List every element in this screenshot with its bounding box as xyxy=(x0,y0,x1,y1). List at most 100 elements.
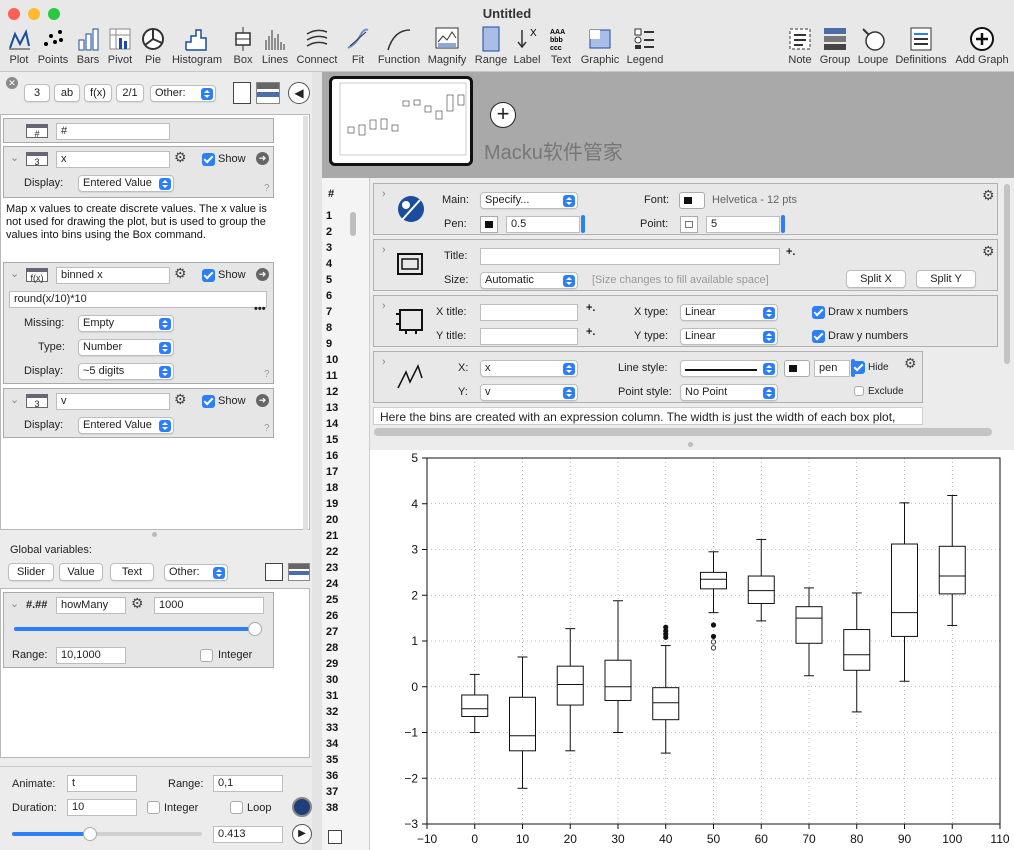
table-icon[interactable] xyxy=(328,830,342,844)
slider-knob[interactable] xyxy=(247,622,262,636)
pen-color-swatch[interactable] xyxy=(480,216,498,233)
more-icon[interactable]: ••• xyxy=(254,303,266,315)
column-name-field[interactable]: # xyxy=(56,123,170,140)
column-name-field[interactable]: v xyxy=(56,393,170,410)
row-number[interactable]: 4 xyxy=(326,258,332,270)
add-plus-icon[interactable]: +. xyxy=(586,302,595,314)
animate-range-field[interactable]: 0,1 xyxy=(213,775,283,792)
toolbar-connect[interactable]: Connect xyxy=(296,26,338,66)
row-scrollbar[interactable] xyxy=(350,212,356,236)
column-name-field[interactable]: binned x xyxy=(56,267,170,284)
show-checkbox[interactable] xyxy=(202,395,215,408)
gear-icon[interactable]: ⚙ xyxy=(174,392,187,406)
toolbar-points[interactable]: Points xyxy=(37,26,69,66)
add-number-column-button[interactable]: 3 xyxy=(24,84,50,102)
row-number[interactable]: 16 xyxy=(326,450,338,462)
row-number[interactable]: 22 xyxy=(326,546,338,558)
duration-field[interactable]: 10 xyxy=(67,799,137,816)
toolbar-add-graph[interactable]: Add Graph xyxy=(954,26,1010,66)
row-number[interactable]: 25 xyxy=(326,594,338,606)
speaker-icon[interactable]: ◀ xyxy=(288,82,310,104)
animate-slider[interactable] xyxy=(12,827,202,841)
animate-variable-field[interactable]: t xyxy=(67,775,137,792)
add-text-button[interactable]: Text xyxy=(110,563,154,581)
row-number[interactable]: 12 xyxy=(326,386,338,398)
row-number[interactable]: 9 xyxy=(326,338,332,350)
row-number[interactable]: 1 xyxy=(326,210,332,222)
row-number[interactable]: 14 xyxy=(326,418,338,430)
help-icon[interactable]: ? xyxy=(264,183,270,194)
disclosure-chevron-icon[interactable]: › xyxy=(382,244,386,256)
size-select[interactable]: Automatic xyxy=(480,272,578,289)
toolbar-function[interactable]: Function xyxy=(377,26,421,66)
arrow-right-icon[interactable]: ➜ xyxy=(256,268,269,281)
disclosure-chevron-icon[interactable]: › xyxy=(382,188,386,200)
x-type-select[interactable]: Linear xyxy=(680,304,778,321)
animate-current-field[interactable]: 0.413 xyxy=(213,826,283,843)
row-number[interactable]: 7 xyxy=(326,306,332,318)
toolbar-definitions[interactable]: Definitions xyxy=(894,26,948,66)
variable-value-field[interactable]: 1000 xyxy=(154,597,264,614)
integer-checkbox[interactable] xyxy=(200,649,213,662)
line-color-select[interactable] xyxy=(784,360,810,377)
y-title-field[interactable] xyxy=(480,328,578,345)
add-slider-button[interactable]: Slider xyxy=(8,563,54,581)
split-y-button[interactable]: Split Y xyxy=(916,270,976,288)
x-column-select[interactable]: x xyxy=(480,360,578,377)
toolbar-fit[interactable]: Fit xyxy=(346,26,370,66)
gear-icon[interactable]: ⚙ xyxy=(131,596,144,610)
range-field[interactable]: 10,1000 xyxy=(56,647,126,664)
split-x-button[interactable]: Split X xyxy=(846,270,906,288)
point-color-swatch[interactable] xyxy=(680,216,698,233)
help-icon[interactable]: ? xyxy=(264,423,270,434)
row-number[interactable]: 19 xyxy=(326,498,338,510)
add-value-button[interactable]: Value xyxy=(59,563,103,581)
y-column-select[interactable]: v xyxy=(480,384,578,401)
gear-icon[interactable]: ⚙ xyxy=(982,244,995,258)
toolbar-text[interactable]: AAA bbb ccc Text xyxy=(547,26,575,66)
display-select[interactable]: Entered Value xyxy=(78,175,174,192)
row-number[interactable]: 37 xyxy=(326,786,338,798)
row-number[interactable]: 5 xyxy=(326,274,332,286)
toolbar-bars[interactable]: Bars xyxy=(74,26,102,66)
row-number[interactable]: 17 xyxy=(326,466,338,478)
horizontal-scrollbar[interactable] xyxy=(374,428,992,436)
row-number[interactable]: 30 xyxy=(326,674,338,686)
row-number[interactable]: 38 xyxy=(326,802,338,814)
pen-name-field[interactable]: pen xyxy=(814,360,850,377)
toolbar-pie[interactable]: Pie xyxy=(140,26,166,66)
arrow-right-icon[interactable]: ➜ xyxy=(256,394,269,407)
toolbar-magnify[interactable]: Magnify xyxy=(427,26,467,66)
font-value[interactable]: Helvetica - 12 pts xyxy=(712,194,797,206)
row-number[interactable]: 34 xyxy=(326,738,338,750)
toolbar-loupe[interactable]: Loupe xyxy=(856,26,890,66)
show-checkbox[interactable] xyxy=(202,269,215,282)
gear-icon[interactable]: ⚙ xyxy=(174,266,187,280)
row-number[interactable]: 2 xyxy=(326,226,332,238)
row-number[interactable]: 35 xyxy=(326,754,338,766)
toolbar-label-tool[interactable]: X Label xyxy=(513,26,541,66)
column-list-scrollbar[interactable] xyxy=(303,116,308,530)
list-view-icon[interactable] xyxy=(233,82,251,104)
missing-select[interactable]: Empty xyxy=(78,315,174,332)
toolbar-range[interactable]: Range xyxy=(474,26,508,66)
row-number[interactable]: 28 xyxy=(326,642,338,654)
list-view-icon[interactable] xyxy=(265,563,283,581)
row-number[interactable]: 36 xyxy=(326,770,338,782)
disclosure-chevron-icon[interactable]: ⌄ xyxy=(10,393,19,406)
row-number[interactable]: 31 xyxy=(326,690,338,702)
splitter-handle[interactable] xyxy=(688,442,693,447)
row-number[interactable]: 21 xyxy=(326,530,338,542)
title-field[interactable] xyxy=(480,248,780,265)
show-checkbox[interactable] xyxy=(202,153,215,166)
main-select[interactable]: Specify... xyxy=(480,192,578,209)
row-number[interactable]: 20 xyxy=(326,514,338,526)
row-number[interactable]: 15 xyxy=(326,434,338,446)
expression-field[interactable]: round(x/10)*10 xyxy=(9,291,267,308)
add-expression-column-button[interactable]: f(x) xyxy=(84,84,112,102)
toolbar-graphic[interactable]: Graphic xyxy=(580,26,620,66)
vertical-scrollbar[interactable] xyxy=(1004,184,1010,364)
other-column-select[interactable]: Other: xyxy=(150,85,216,102)
gear-icon[interactable]: ⚙ xyxy=(904,356,917,370)
row-number[interactable]: 6 xyxy=(326,290,332,302)
